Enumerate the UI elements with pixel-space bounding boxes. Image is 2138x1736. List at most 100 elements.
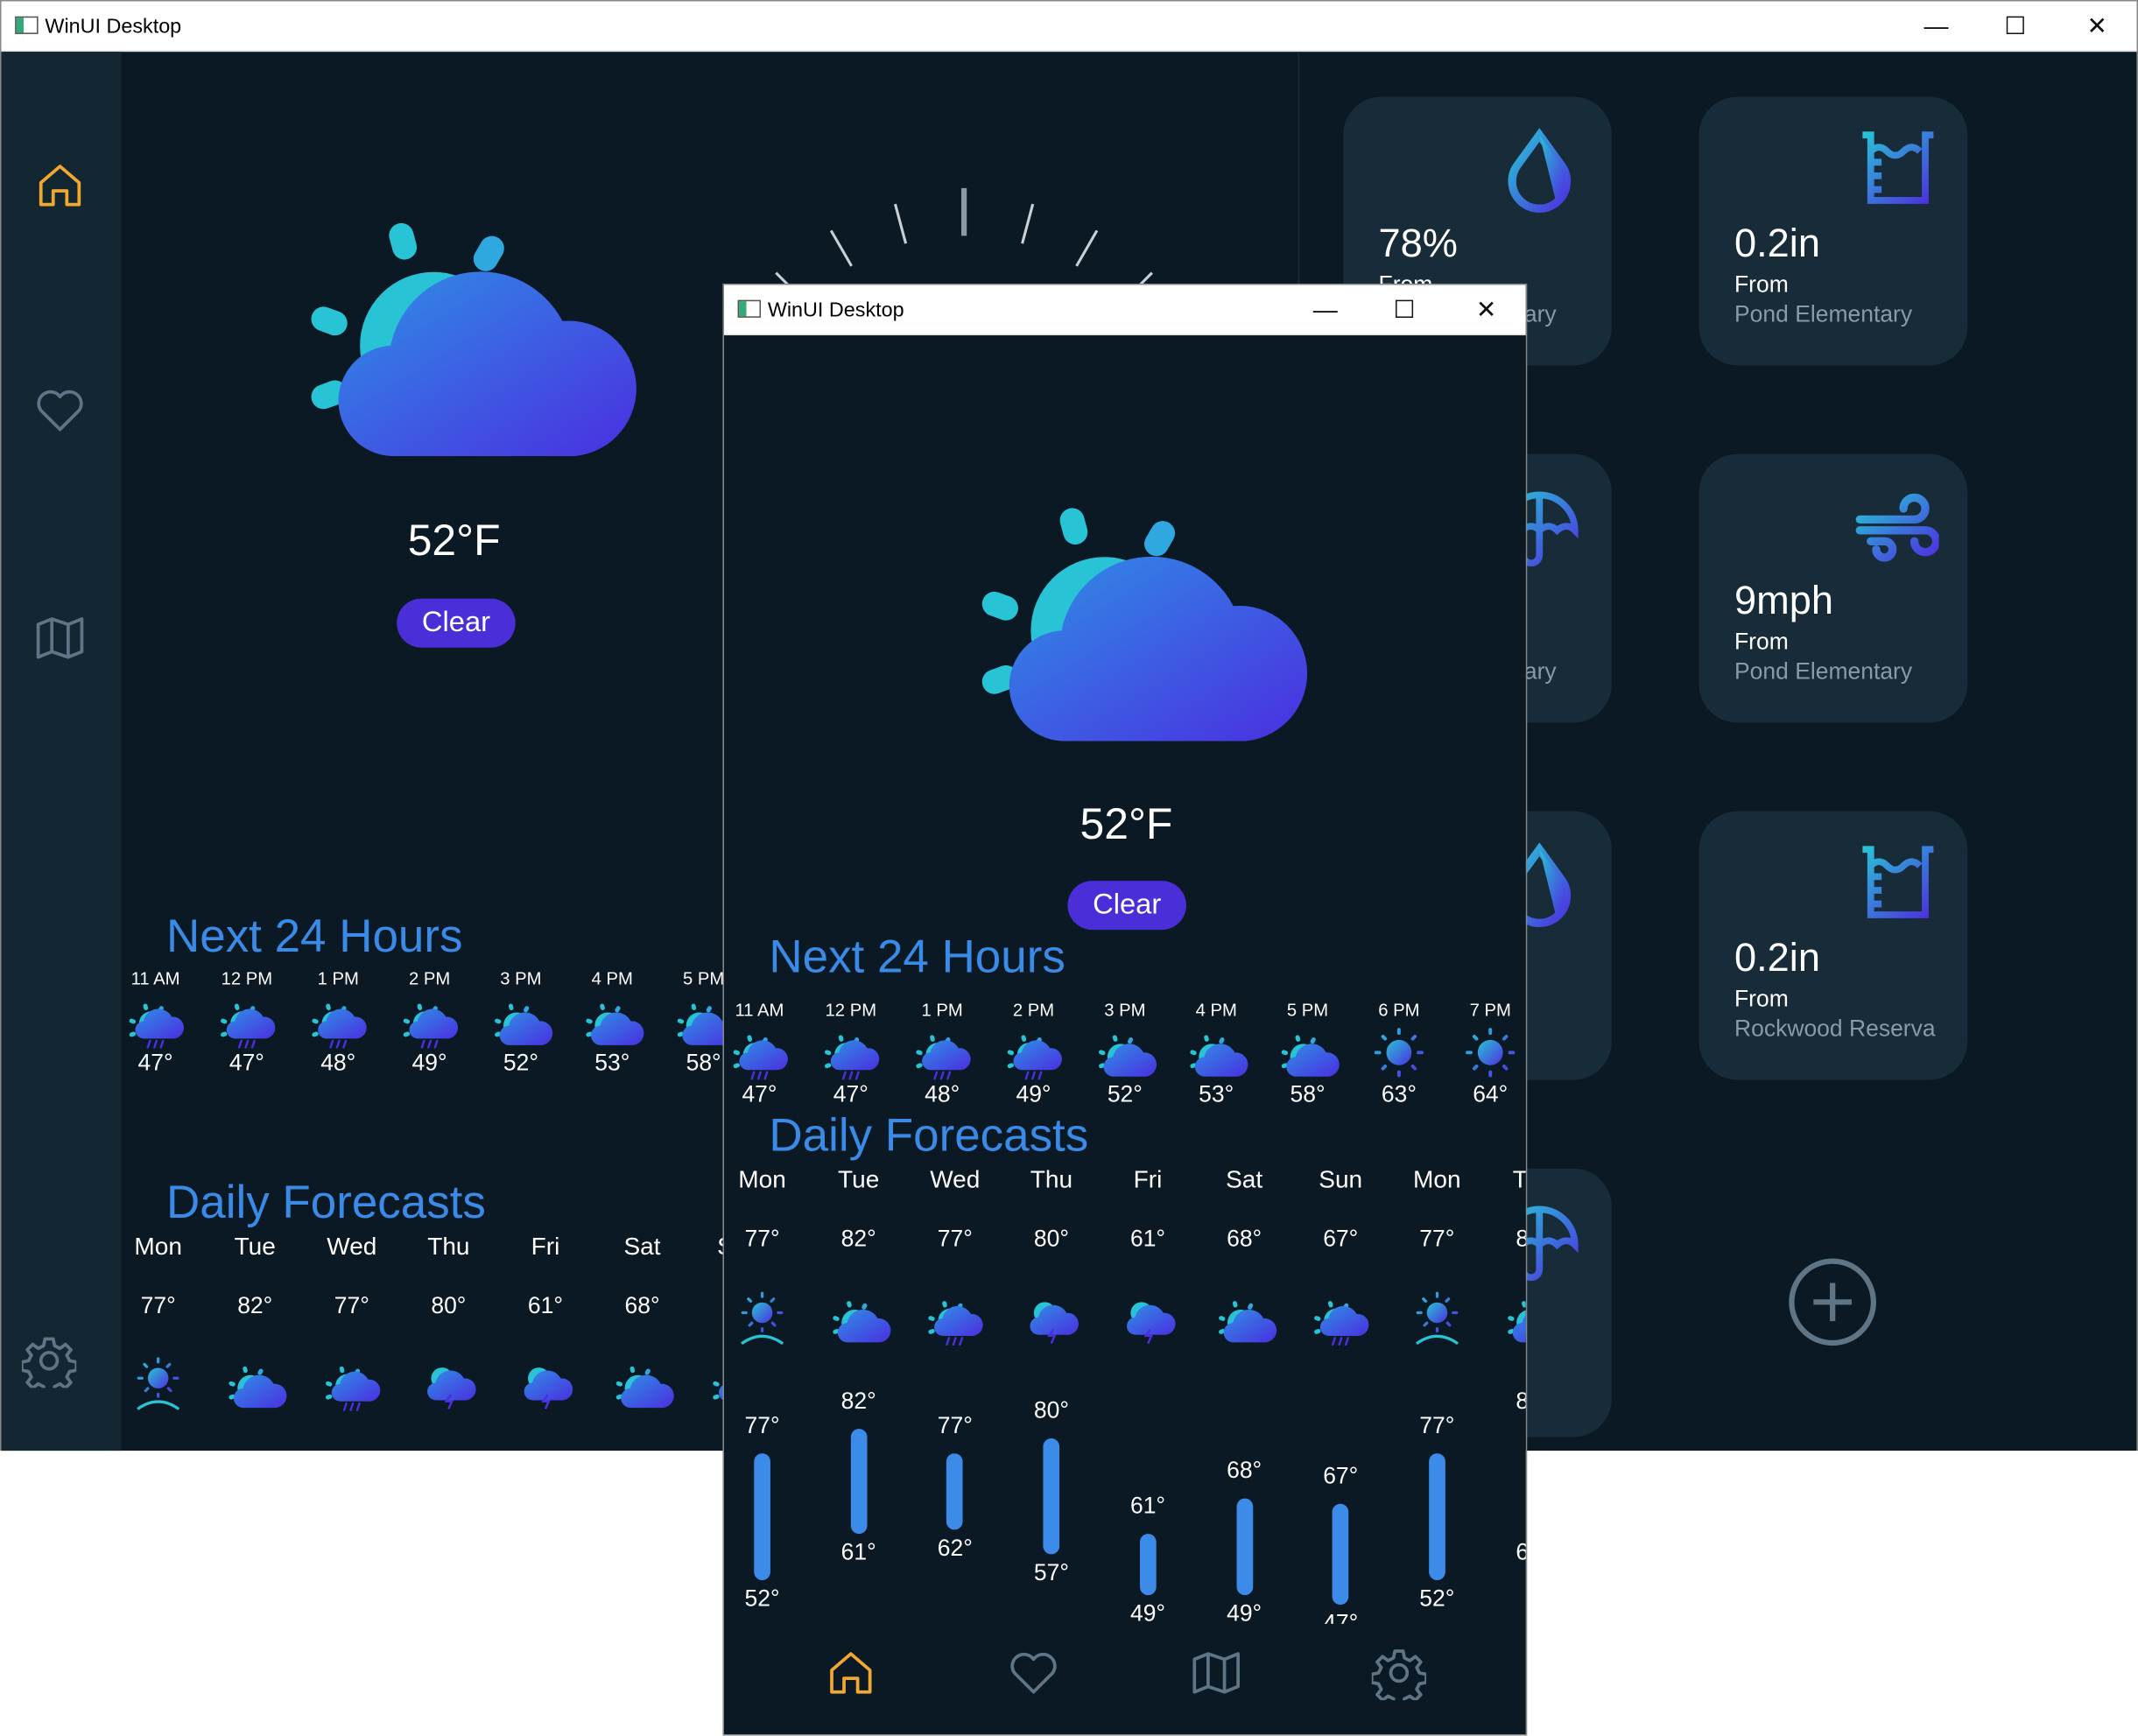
wind-icon	[1852, 484, 1939, 572]
day-high: 77°	[1419, 1226, 1455, 1252]
window-title: WinUI Desktop	[767, 299, 904, 322]
bar-low-label: 52°	[1419, 1585, 1455, 1612]
thunder-icon	[416, 1355, 482, 1412]
temp-range-bar	[1428, 1453, 1445, 1580]
temp-range-bar	[1139, 1534, 1157, 1595]
card-value: 9mph	[1734, 579, 1833, 623]
day-name: Mon	[1413, 1165, 1461, 1193]
bar-high-label: 61°	[1129, 1493, 1166, 1520]
card-value: 0.2in	[1734, 936, 1820, 980]
app-icon	[15, 16, 39, 34]
temp-range-bar	[946, 1453, 964, 1529]
front-window: WinUI Desktop — ☐ ✕ 52°F Clear Next 24 H…	[722, 283, 1528, 1736]
sensor-card[interactable]: 0.2in From Pond Elementary	[1698, 96, 1968, 366]
bar-low-label: 47°	[1323, 1610, 1359, 1624]
close-button[interactable]: ✕	[1446, 285, 1525, 335]
day-high: 80°	[431, 1292, 467, 1319]
heart-icon[interactable]	[1006, 1646, 1060, 1700]
map-icon[interactable]	[32, 611, 87, 665]
bar-low-label: 61°	[840, 1539, 876, 1566]
bar-high-label: 68°	[1227, 1458, 1262, 1485]
gauge-tick	[1075, 229, 1099, 267]
temp-range-bar	[1235, 1499, 1253, 1595]
day-name: Tue	[234, 1232, 276, 1261]
partly-cloudy-icon	[489, 993, 554, 1050]
day-name: Sat	[1226, 1165, 1263, 1193]
day-high: 77°	[334, 1292, 369, 1319]
day-name: Wed	[327, 1232, 377, 1261]
day-high: 82°	[237, 1292, 273, 1319]
condition-pill: Clear	[397, 598, 516, 648]
day-high: 77°	[937, 1226, 973, 1252]
minimize-button[interactable]: —	[1286, 285, 1365, 335]
hour-temp: 49°	[411, 1050, 447, 1076]
map-icon[interactable]	[1189, 1646, 1243, 1700]
day-name: Thu	[427, 1232, 470, 1261]
hour-temp: 48°	[320, 1050, 356, 1076]
day-high: 61°	[1129, 1226, 1166, 1252]
bar-high-label: 82°	[840, 1387, 876, 1414]
bar-low-label: 57°	[1033, 1559, 1069, 1586]
daily-title: Daily Forecasts	[166, 1177, 486, 1229]
hour-time: 11 AM	[130, 967, 180, 989]
sidebar	[1, 52, 122, 1451]
bar-low-label: 49°	[1227, 1599, 1262, 1624]
bar-high-label: 67°	[1323, 1463, 1359, 1489]
bar-low-label: 52°	[744, 1585, 780, 1612]
day-name: Mon	[738, 1165, 786, 1193]
hour-temp: 47°	[137, 1050, 173, 1076]
gear-icon[interactable]	[1372, 1646, 1426, 1700]
partly-cloudy-icon	[826, 1290, 891, 1346]
card-from: From	[1734, 271, 1789, 298]
thunder-icon	[1019, 1290, 1085, 1346]
rain-icon	[922, 1290, 988, 1346]
bar-low-label: 62°	[937, 1534, 973, 1561]
day-name: Sun	[1319, 1165, 1363, 1193]
sunrise-icon	[125, 1355, 191, 1412]
partly-cloudy-icon	[580, 993, 645, 1050]
maximize-button[interactable]: ☐	[1976, 2, 2055, 53]
bar-high-label: 77°	[1419, 1412, 1455, 1439]
heart-icon[interactable]	[32, 383, 87, 438]
hour-temp: 53°	[594, 1050, 630, 1076]
title-bar: WinUI Desktop — ☐ ✕	[1, 1, 2137, 53]
hour-time: 12 PM	[221, 967, 273, 989]
day-high: 82°	[1488, 1226, 1525, 1253]
front-content: 52°F Clear Next 24 Hours 11 AM 47° 12 PM 47…	[723, 335, 1527, 1735]
sensor-card[interactable]: 0.2in From Rockwood Reserva	[1698, 811, 1968, 1080]
gauge-tick	[1021, 203, 1035, 244]
close-button[interactable]: ✕	[2057, 2, 2136, 53]
add-button[interactable]	[1789, 1258, 1876, 1346]
home-icon[interactable]	[32, 158, 87, 213]
sunrise-icon	[729, 1290, 795, 1346]
temp-range-bar	[1043, 1438, 1060, 1555]
gear-icon[interactable]	[22, 1333, 76, 1388]
rain-gauge-icon	[1852, 127, 1939, 214]
temp-range-bar	[754, 1453, 770, 1580]
window-title: WinUI Desktop	[45, 15, 182, 39]
bar-low-label: 49°	[1129, 1599, 1166, 1624]
home-icon[interactable]	[824, 1646, 878, 1700]
hour-time: 1 PM	[317, 967, 359, 989]
partly-cloudy-icon	[1212, 1290, 1277, 1346]
rain-icon	[215, 993, 280, 1050]
thunder-icon	[513, 1355, 579, 1412]
hour-temp: 47°	[229, 1050, 264, 1076]
maximize-button[interactable]: ☐	[1365, 285, 1444, 335]
day-high: 80°	[1033, 1226, 1069, 1252]
minimize-button[interactable]: —	[1896, 2, 1975, 53]
card-location: Pond Elementary	[1734, 301, 1913, 327]
rain-icon	[1308, 1290, 1374, 1346]
hour-time: 3 PM	[500, 967, 542, 989]
rain-gauge-icon	[1852, 841, 1939, 929]
day-high: 67°	[1323, 1226, 1359, 1252]
temp-range-bar	[1332, 1503, 1349, 1606]
sensor-card[interactable]: 9mph From Pond Elementary	[1698, 453, 1968, 723]
card-value: 0.2in	[1734, 221, 1820, 266]
day-name: Sat	[623, 1232, 661, 1261]
rain-icon	[123, 993, 188, 1050]
hour-time: 4 PM	[591, 967, 633, 989]
partly-cloudy-icon	[609, 1355, 675, 1412]
partly-cloudy-icon	[1501, 1290, 1527, 1346]
temp-range-bar	[850, 1428, 868, 1535]
